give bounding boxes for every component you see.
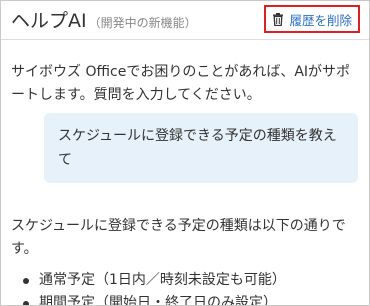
ai-answer-message: スケジュールに登録できる予定の種類は以下の通りです。 bbox=[11, 218, 346, 257]
bullet-icon bbox=[23, 301, 29, 305]
title-text: ヘルプAI bbox=[11, 10, 87, 32]
user-question-bubble: スケジュールに登録できる予定の種類を教えて bbox=[44, 113, 358, 183]
clear-history-label: 履歴を削除 bbox=[289, 12, 352, 28]
title-subtitle: （開発中の新機能） bbox=[88, 16, 197, 30]
list-item: 通常予定（1日内／時刻未設定も可能） bbox=[11, 269, 359, 292]
help-ai-panel: ヘルプAI （開発中の新機能） 履歴を削除 サイボウズ Officeでお困りのこと… bbox=[0, 0, 370, 306]
panel-title: ヘルプAI （開発中の新機能） bbox=[11, 6, 197, 33]
list-item: 期間予定（開始日・終了日のみ設定） bbox=[11, 292, 359, 306]
ai-answer-list: 通常予定（1日内／時刻未設定も可能） 期間予定（開始日・終了日のみ設定） bbox=[11, 269, 359, 306]
ai-greeting-message: サイボウズ Officeでお困りのことがあれば、AIがサポートします。質問を入力… bbox=[11, 64, 351, 103]
conversation-area: サイボウズ Officeでお困りのことがあれば、AIがサポートします。質問を入力… bbox=[1, 40, 369, 305]
clear-history-button[interactable]: 履歴を削除 bbox=[264, 5, 360, 33]
bullet-icon bbox=[23, 278, 29, 284]
list-item-text: 通常予定（1日内／時刻未設定も可能） bbox=[39, 272, 286, 288]
list-item-text: 期間予定（開始日・終了日のみ設定） bbox=[39, 295, 277, 306]
trash-icon bbox=[272, 12, 284, 26]
panel-header: ヘルプAI （開発中の新機能） 履歴を削除 bbox=[1, 1, 369, 40]
